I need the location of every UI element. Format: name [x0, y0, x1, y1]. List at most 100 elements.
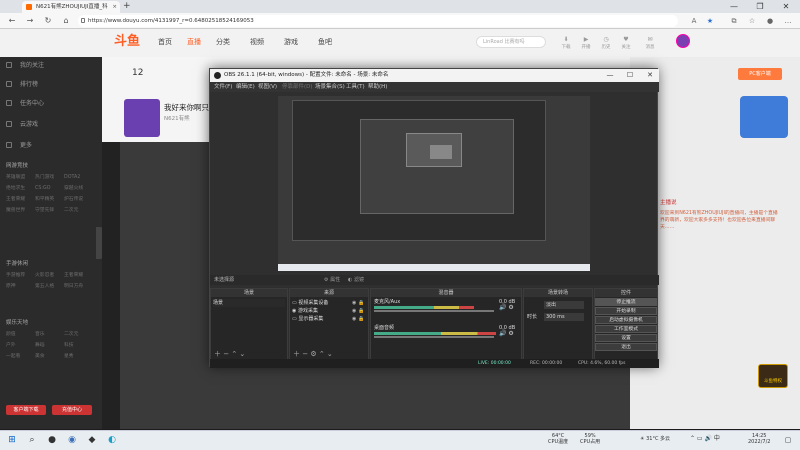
weather-widget[interactable]: ☀ 31°C 多云 — [640, 436, 670, 442]
obs-menu-help[interactable]: 帮助(H) — [368, 82, 387, 92]
category-link[interactable]: DOTA2 — [64, 172, 93, 183]
category-link[interactable]: 美食 — [35, 351, 64, 362]
category-link[interactable]: 户外 — [6, 340, 35, 351]
obs-menu-view[interactable]: 视图(V) — [258, 82, 277, 92]
category-link[interactable]: 第五人格 — [35, 281, 64, 292]
sidebar-item-follow[interactable]: 我的关注 — [6, 60, 96, 72]
category-link[interactable]: 星秀 — [64, 351, 93, 362]
category-link[interactable]: 颜值 — [6, 329, 35, 340]
url-field[interactable]: https://www.douyu.com/4131997_r=0.648025… — [78, 15, 678, 27]
source-item[interactable]: ◉ 游戏采集 — [292, 307, 318, 315]
category-link[interactable]: 守望先锋 — [35, 205, 64, 216]
category-link[interactable]: 二次元 — [64, 205, 93, 216]
start-recording-button[interactable]: 开始录制 — [595, 307, 657, 315]
obs-menu-edit[interactable]: 编辑(E) — [236, 82, 255, 92]
pc-client-button[interactable]: PC客户端 — [738, 68, 782, 80]
recharge-button[interactable]: 充值中心 — [52, 405, 92, 415]
obs-minimize-button[interactable]: — — [600, 69, 620, 82]
obs-menu-file[interactable]: 文件(F) — [214, 82, 232, 92]
category-link[interactable]: 科技 — [64, 340, 93, 351]
category-link[interactable]: 音乐 — [35, 329, 64, 340]
category-link[interactable]: CS:GO — [35, 183, 64, 194]
category-link[interactable]: 二次元 — [64, 329, 93, 340]
obs-taskbar-icon[interactable]: ● — [44, 432, 60, 448]
nav-video[interactable]: 视频 — [250, 33, 264, 51]
settings-button[interactable]: 设置 — [595, 334, 657, 342]
category-link[interactable]: 王者荣耀 — [6, 194, 35, 205]
maximize-button[interactable]: ❐ — [748, 0, 772, 13]
refresh-icon[interactable]: ↻ — [42, 13, 54, 29]
client-download-button[interactable]: 客户端下载 — [6, 405, 46, 415]
browser-tab[interactable]: N621有熊ZHOUJIUJI直播_科 × — [22, 1, 120, 13]
download-icon[interactable]: ⬇ 下载 — [556, 35, 576, 53]
nav-live[interactable]: 直播 — [187, 33, 201, 51]
nav-games[interactable]: 游戏 — [284, 33, 298, 51]
category-link[interactable]: 明日方舟 — [64, 281, 93, 292]
douyu-logo[interactable]: 斗鱼 — [114, 33, 140, 51]
broadcast-icon[interactable]: ▶ 开播 — [576, 35, 596, 53]
edge-taskbar-icon[interactable]: ◐ — [104, 432, 120, 448]
category-link[interactable]: 王者荣耀 — [64, 270, 93, 281]
obs-menu-tools[interactable]: 工具(T) — [346, 82, 365, 92]
notification-icon[interactable]: ▢ — [780, 432, 796, 448]
minimize-button[interactable]: — — [722, 0, 746, 13]
category-link[interactable]: 手游推荐 — [6, 270, 35, 281]
scene-item[interactable]: 场景 — [213, 299, 285, 307]
studio-mode-button[interactable]: 工作室模式 — [595, 325, 657, 333]
clock[interactable]: 14:25 2022/7/2 — [748, 433, 770, 445]
collections-icon[interactable]: ⧉ — [728, 13, 740, 29]
search-icon[interactable]: ⌕ — [24, 432, 40, 448]
category-link[interactable]: 英雄联盟 — [6, 172, 35, 183]
virtual-camera-button[interactable]: 启动虚拟摄像机 — [595, 316, 657, 324]
mixer-slider[interactable] — [374, 336, 494, 338]
history-icon[interactable]: ◷ 历史 — [596, 35, 616, 53]
nav-yuba[interactable]: 鱼吧 — [318, 33, 332, 51]
user-avatar[interactable] — [676, 34, 690, 48]
mixer-mute-icon[interactable]: 🔊 ⚙ — [499, 304, 514, 311]
room-cover-image[interactable] — [124, 99, 160, 137]
profile-icon[interactable]: ● — [764, 13, 776, 29]
home-icon[interactable]: ⌂ — [60, 13, 72, 29]
source-item[interactable]: ▭ 显示器采集 — [292, 315, 323, 323]
obs-maximize-button[interactable]: ☐ — [620, 69, 640, 82]
category-link[interactable]: 火影忍者 — [35, 270, 64, 281]
stop-streaming-button[interactable]: 停止推流 — [595, 298, 657, 306]
start-windows-icon[interactable]: ⊞ — [4, 432, 20, 448]
mixer-slider[interactable] — [374, 310, 494, 312]
favorites-icon[interactable]: ☆ — [746, 13, 758, 29]
duration-input[interactable]: 300 ms — [544, 313, 584, 321]
obs-menu-scene-collection[interactable]: 场景集合(S) — [315, 82, 345, 92]
category-link[interactable]: 舞蹈 — [35, 340, 64, 351]
category-link[interactable]: 炉石传说 — [64, 194, 93, 205]
category-link[interactable]: 穿越火线 — [64, 183, 93, 194]
sidebar-item-task[interactable]: 任务中心 — [6, 98, 96, 110]
category-link[interactable]: 原神 — [6, 281, 35, 292]
obs-menu-docks[interactable]: 停靠部件(D) — [282, 82, 313, 92]
message-icon[interactable]: ✉ 消息 — [640, 35, 660, 53]
app2-taskbar-icon[interactable]: ◆ — [84, 432, 100, 448]
source-visibility-icon[interactable]: ◉ 🔒 ◉ 🔒 ◉ 🔒 — [352, 299, 364, 323]
follow-icon[interactable]: ♥ 关注 — [616, 35, 636, 53]
mixer-mute-icon[interactable]: 🔊 ⚙ — [499, 330, 514, 337]
float-badge[interactable]: 斗鱼特权 — [758, 364, 788, 388]
nav-home[interactable]: 首页 — [158, 33, 172, 51]
category-link[interactable]: 热门游戏 — [35, 172, 64, 183]
category-link[interactable]: 魔兽世界 — [6, 205, 35, 216]
obs-properties-button[interactable]: ⚙ 属性 — [324, 276, 340, 284]
tab-close-icon[interactable]: × — [112, 1, 117, 13]
obs-close-button[interactable]: ✕ — [640, 69, 660, 82]
more-icon[interactable]: … — [782, 13, 794, 29]
app-taskbar-icon[interactable]: ◉ — [64, 432, 80, 448]
transition-select[interactable]: 淡出 — [544, 301, 584, 309]
category-link[interactable]: 和平精英 — [35, 194, 64, 205]
sidebar-item-rank[interactable]: 排行榜 — [6, 79, 96, 91]
scenes-toolbar[interactable]: ＋ − ⌃ ⌄ — [214, 350, 245, 358]
obs-filters-button[interactable]: ◐ 滤镜 — [348, 276, 364, 284]
read-aloud-icon[interactable]: A — [688, 13, 700, 29]
nav-category[interactable]: 分类 — [216, 33, 230, 51]
sidebar-item-more[interactable]: 更多 — [6, 140, 96, 152]
new-tab-button[interactable]: + — [123, 0, 131, 13]
exit-button[interactable]: 退出 — [595, 343, 657, 351]
back-icon[interactable]: ← — [6, 13, 18, 29]
forward-icon[interactable]: → — [24, 13, 36, 29]
